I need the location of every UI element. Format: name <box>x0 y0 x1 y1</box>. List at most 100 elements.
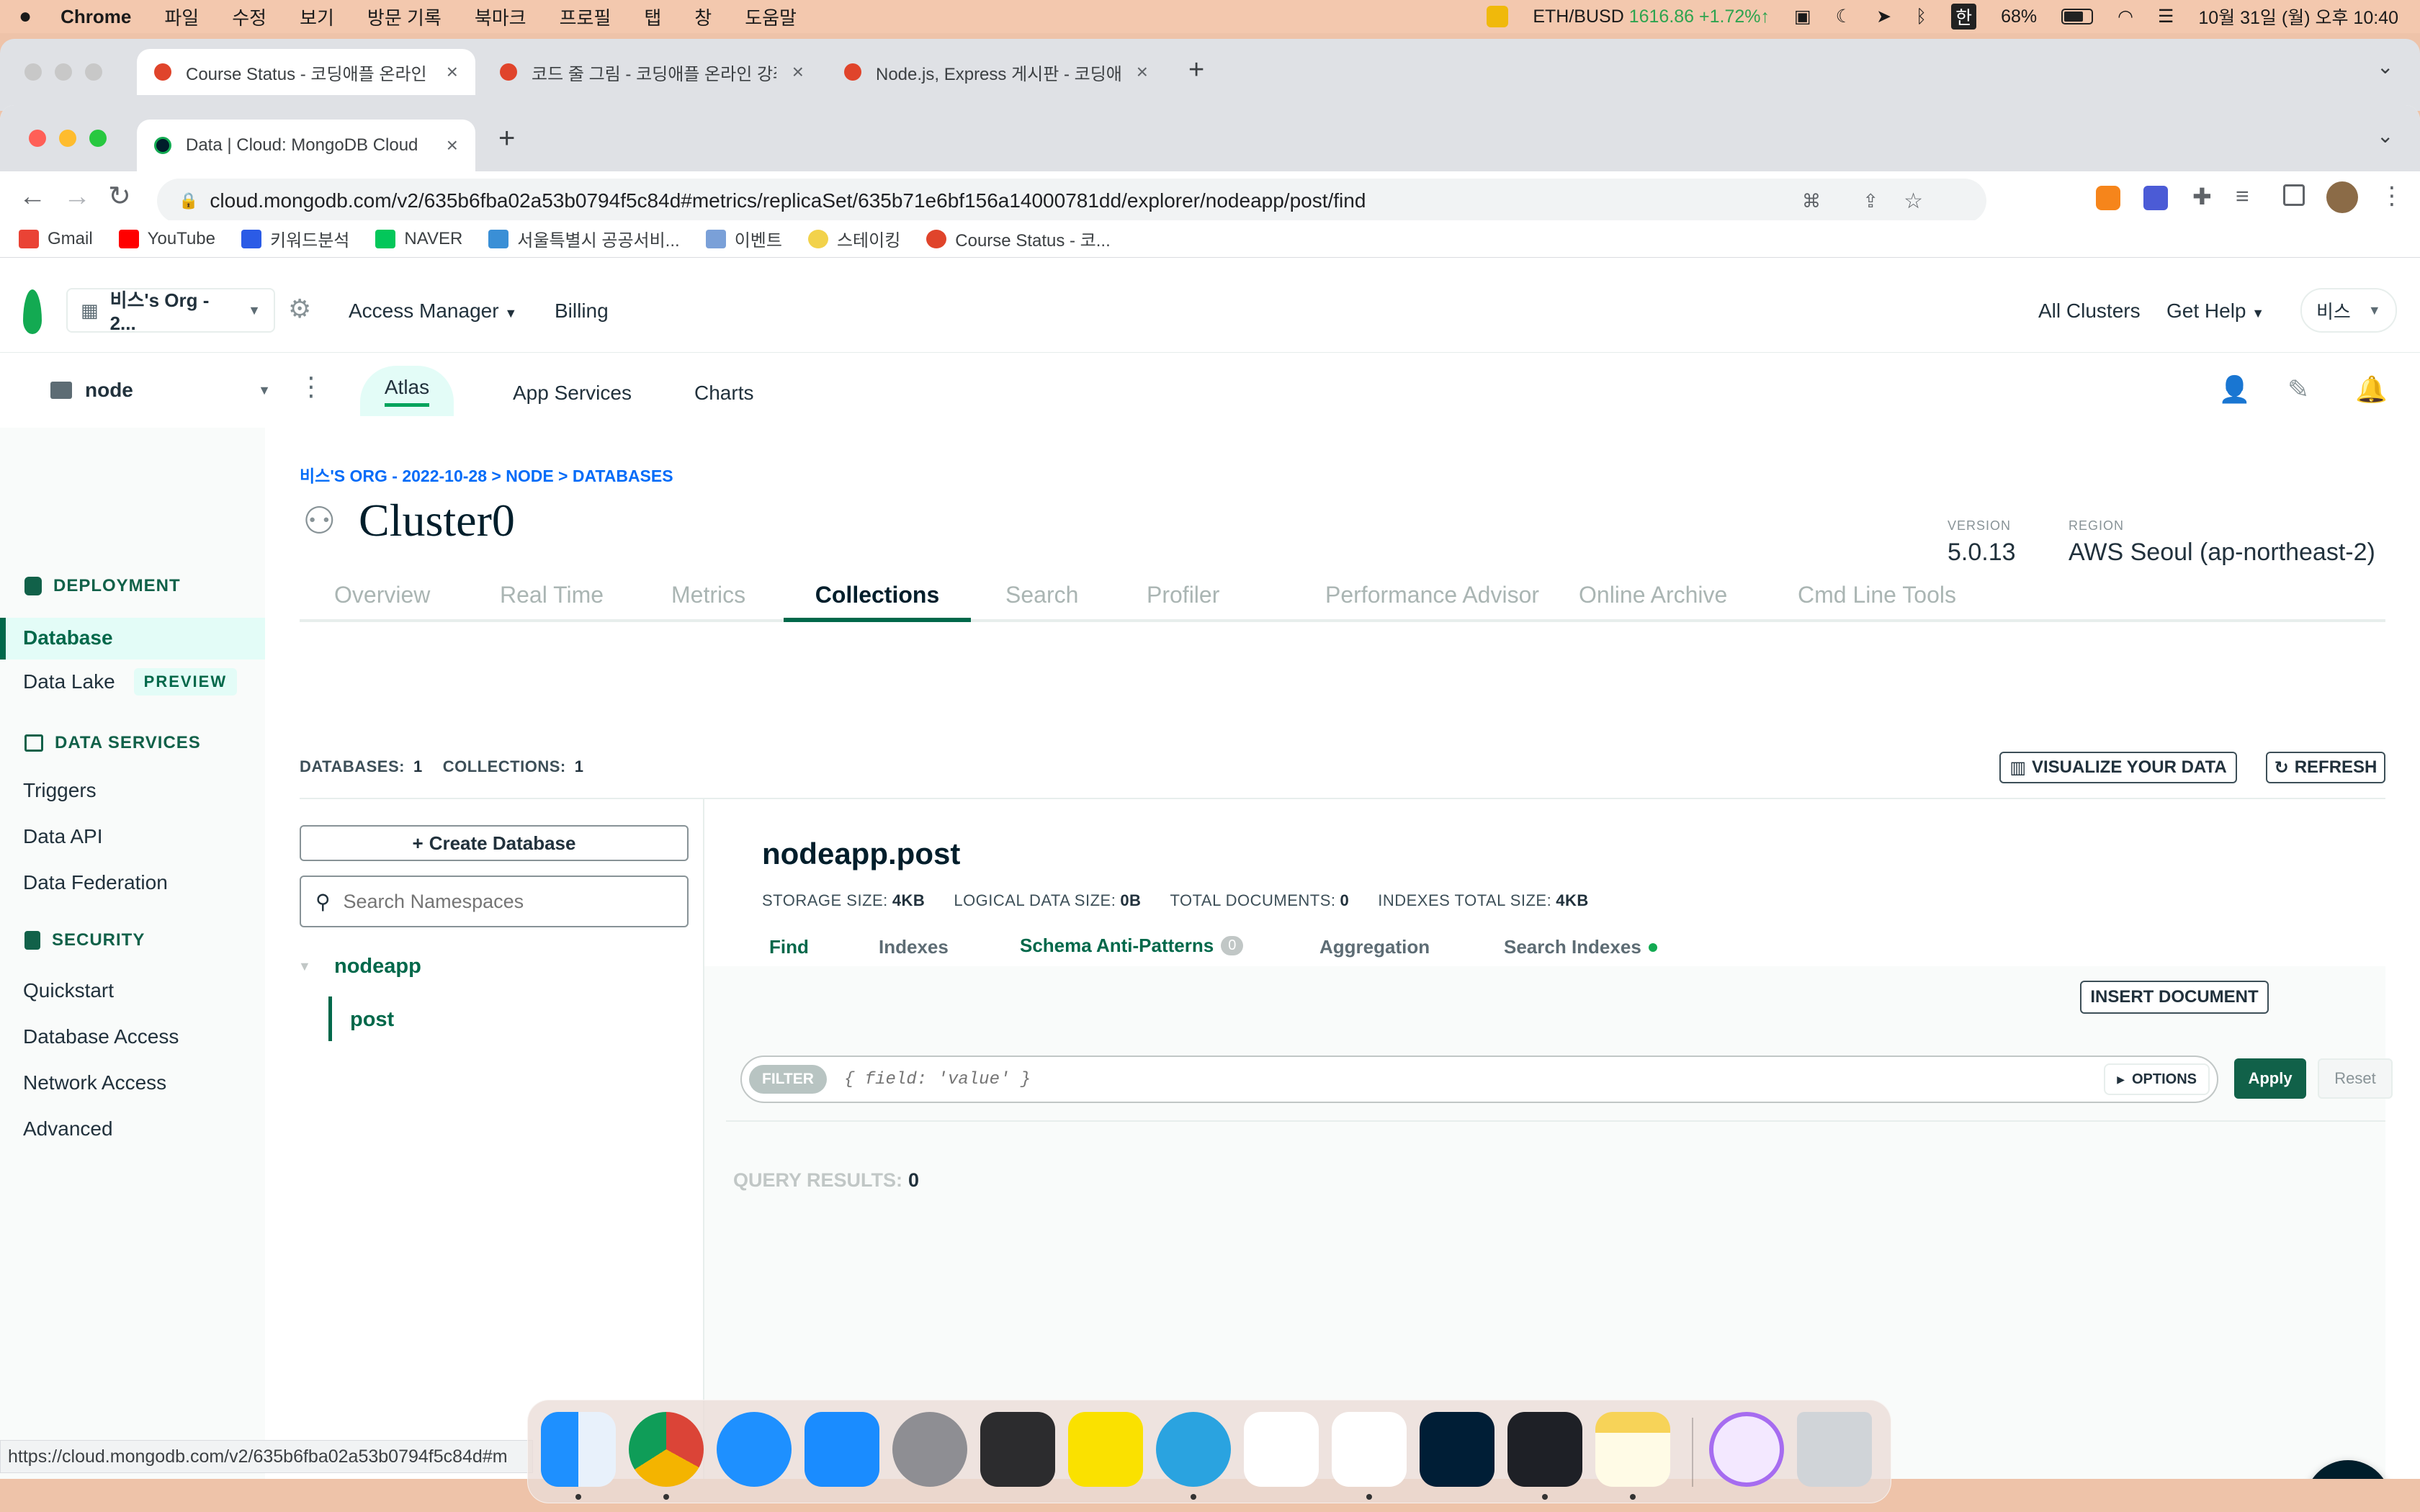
tab-charts[interactable]: Charts <box>694 382 753 405</box>
sidebar-item-data-lake[interactable]: Data Lake PREVIEW <box>23 668 238 696</box>
bookmark-course-status[interactable]: Course Status - 코... <box>926 226 1111 251</box>
refresh-button[interactable]: ↻ REFRESH <box>2266 752 2385 783</box>
search-input[interactable] <box>343 890 660 913</box>
forward-icon[interactable]: → <box>63 181 91 212</box>
timer-icon[interactable] <box>1709 1412 1784 1487</box>
tab-overview[interactable]: Overview <box>334 582 430 608</box>
tab-profiler[interactable]: Profiler <box>1147 582 1219 608</box>
sidebar-item-network-access[interactable]: Network Access <box>23 1071 166 1094</box>
window-close-dot[interactable] <box>24 63 42 81</box>
close-icon[interactable]: × <box>447 60 458 84</box>
finder-icon[interactable] <box>541 1412 616 1487</box>
menu-history[interactable]: 방문 기록 <box>367 4 442 30</box>
insert-document-button[interactable]: INSERT DOCUMENT <box>2080 981 2269 1014</box>
ticker[interactable]: ETH/BUSD 1616.86 +1.72%↑ <box>1533 6 1770 27</box>
back-tab-course-status[interactable]: Course Status - 코딩애플 온라인 × <box>137 49 475 95</box>
puzzle-icon[interactable]: ✚ <box>2192 183 2212 210</box>
bookmark-gmail[interactable]: Gmail <box>19 229 93 249</box>
window-min-dot[interactable] <box>59 130 76 147</box>
project-kebab-icon[interactable]: ⋮ <box>298 372 324 402</box>
access-manager-menu[interactable]: Access Manager ▼ <box>349 300 517 323</box>
window-close-dot[interactable] <box>29 130 46 147</box>
menu-window[interactable]: 창 <box>694 4 712 30</box>
menu-profile[interactable]: 프로필 <box>560 4 611 30</box>
battery-icon[interactable] <box>2061 9 2094 24</box>
star-icon[interactable]: ☆ <box>1904 189 1923 214</box>
menu-edit[interactable]: 수정 <box>232 4 266 30</box>
gear-icon[interactable]: ⚙ <box>288 294 311 324</box>
bluetooth-icon[interactable]: ᛒ <box>1916 6 1927 27</box>
new-tab-icon[interactable]: + <box>1188 55 1204 86</box>
coll-tab-search-indexes[interactable]: Search Indexes <box>1504 936 1657 958</box>
billing-link[interactable]: Billing <box>555 300 609 323</box>
window-max-dot[interactable] <box>85 63 102 81</box>
lock-icon[interactable]: 🔒 <box>179 192 198 210</box>
back-tab-code-drawing[interactable]: 코드 줄 그림 - 코딩애플 온라인 강좌 × <box>483 49 821 95</box>
reload-icon[interactable]: ↻ <box>108 180 131 212</box>
bookmark-seoul[interactable]: 서울특별시 공공서비... <box>488 226 680 251</box>
user-menu[interactable]: 비스 ▼ <box>2300 288 2397 333</box>
vscode-icon[interactable] <box>1332 1412 1407 1487</box>
tab-collections[interactable]: Collections <box>784 572 971 622</box>
trash-icon[interactable] <box>1797 1412 1872 1487</box>
close-icon[interactable]: × <box>447 134 458 157</box>
menu-view[interactable]: 보기 <box>300 4 334 30</box>
get-help-menu[interactable]: Get Help ▼ <box>2166 300 2264 323</box>
window-max-dot[interactable] <box>89 130 107 147</box>
green-app-icon[interactable] <box>1244 1412 1319 1487</box>
wifi-icon[interactable]: ◠ <box>2118 6 2133 27</box>
apply-button[interactable]: Apply <box>2234 1058 2306 1099</box>
media-icon[interactable]: ≡ <box>2236 183 2249 210</box>
reset-button[interactable]: Reset <box>2318 1058 2393 1099</box>
metamask-icon[interactable] <box>2096 186 2120 210</box>
binance-app-icon[interactable] <box>1507 1412 1582 1487</box>
bookmark-event[interactable]: 이벤트 <box>705 226 782 251</box>
bookmark-youtube[interactable]: YouTube <box>118 229 215 249</box>
chrome-icon[interactable] <box>629 1412 704 1487</box>
tree-database-nodeapp[interactable]: nodeapp <box>334 955 421 978</box>
coll-tab-aggregation[interactable]: Aggregation <box>1319 936 1430 958</box>
close-icon[interactable]: × <box>792 60 804 84</box>
create-database-button[interactable]: + Create Database <box>300 825 689 861</box>
tab-metrics[interactable]: Metrics <box>671 582 745 608</box>
bookmark-staking[interactable]: 스테이킹 <box>807 226 900 251</box>
menu-app[interactable]: Chrome <box>60 6 131 28</box>
location-icon[interactable]: ➤ <box>1876 6 1891 27</box>
close-icon[interactable]: × <box>1137 60 1148 84</box>
all-clusters-link[interactable]: All Clusters <box>2038 300 2141 323</box>
coll-tab-find[interactable]: Find <box>769 936 809 958</box>
sidebar-item-advanced[interactable]: Advanced <box>23 1117 113 1140</box>
tab-online-archive[interactable]: Online Archive <box>1579 582 1727 608</box>
app-store-icon[interactable] <box>805 1412 879 1487</box>
notes-icon[interactable] <box>1595 1412 1670 1487</box>
tab-search[interactable]: Search <box>1005 582 1078 608</box>
visualize-data-button[interactable]: ▥ VISUALIZE YOUR DATA <box>1999 752 2237 783</box>
back-tab-node-express[interactable]: Node.js, Express 게시판 - 코딩애 × <box>827 49 1165 95</box>
tab-search-icon[interactable]: ⌄ <box>2377 55 2393 78</box>
datetime[interactable]: 10월 31일 (월) 오후 10:40 <box>2198 4 2398 30</box>
tab-mongodb[interactable]: Data | Cloud: MongoDB Cloud × <box>137 120 475 171</box>
tab-performance-advisor[interactable]: Performance Advisor <box>1325 582 1539 608</box>
coll-tab-indexes[interactable]: Indexes <box>879 936 949 958</box>
sidebar-item-data-api[interactable]: Data API <box>23 825 103 848</box>
tab-cmd-line-tools[interactable]: Cmd Line Tools <box>1798 582 1956 608</box>
sidebar-item-triggers[interactable]: Triggers <box>23 779 97 802</box>
tree-collection-post[interactable]: post <box>350 1008 394 1032</box>
screen-icon[interactable]: ▣ <box>1794 6 1811 27</box>
project-selector[interactable]: node ▼ <box>50 370 271 410</box>
bookmark-keyword[interactable]: 키워드분석 <box>241 226 349 251</box>
bookmark-naver[interactable]: NAVER <box>375 229 462 249</box>
telegram-icon[interactable] <box>1156 1412 1231 1487</box>
coll-tab-schema-anti-patterns[interactable]: Schema Anti-Patterns 0 <box>1020 935 1244 957</box>
filter-input[interactable] <box>843 1069 1996 1089</box>
address-bar[interactable]: 🔒 cloud.mongodb.com/v2/635b6fba02a53b079… <box>157 179 1986 223</box>
share-icon[interactable]: ⇪ <box>1863 190 1878 212</box>
control-center-icon[interactable]: ☰ <box>2158 6 2174 27</box>
options-toggle[interactable]: ▶ OPTIONS <box>2104 1063 2210 1095</box>
mongodb-leaf-icon[interactable] <box>23 289 42 334</box>
tab-atlas[interactable]: Atlas <box>360 366 454 416</box>
search-namespaces-field[interactable]: ⚲ <box>300 876 689 927</box>
safari-icon[interactable] <box>717 1412 792 1487</box>
settings-icon[interactable] <box>892 1412 967 1487</box>
back-icon[interactable]: ← <box>19 181 46 212</box>
